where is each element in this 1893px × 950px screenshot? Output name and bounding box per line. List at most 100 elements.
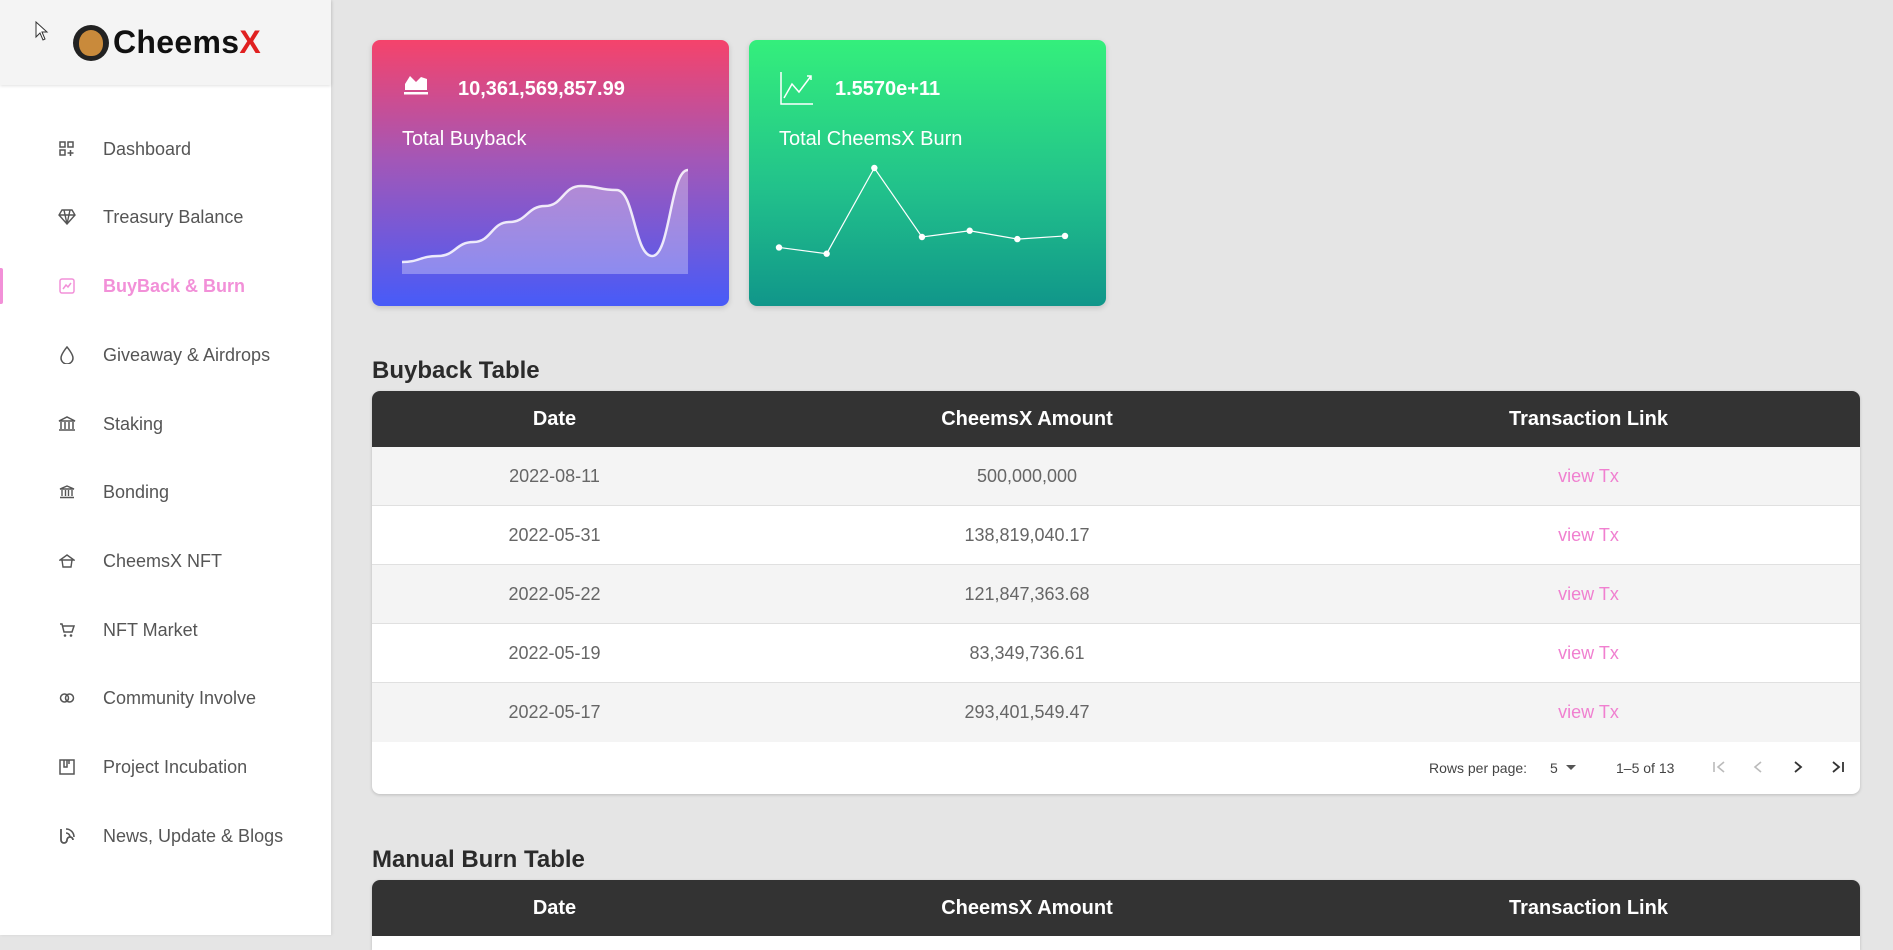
chevron-left-icon — [1753, 761, 1762, 773]
previous-page-button[interactable] — [1747, 756, 1769, 778]
dashboard-icon — [57, 139, 77, 159]
sidebar-item-label: Bonding — [103, 481, 170, 502]
brand-name: Cheems — [113, 24, 240, 60]
buyback-area — [402, 170, 688, 274]
bank-small-icon — [57, 482, 77, 502]
diamond-icon — [57, 207, 77, 227]
last-page-icon — [1832, 761, 1844, 773]
view-tx-link[interactable]: view Tx — [1317, 702, 1860, 723]
cell-amount: 500,000,000 — [976, 465, 1078, 486]
table-row: 2022-05-31 138,819,040.17 view Tx — [372, 506, 1860, 565]
sidebar-item-label: Project Incubation — [103, 756, 248, 777]
chevron-right-icon — [1794, 761, 1803, 773]
sidebar-item-cheemsx-nft[interactable]: CheemsX NFT — [0, 537, 331, 585]
last-page-button[interactable] — [1827, 756, 1849, 778]
cell-amount: 293,401,549.47 — [964, 702, 1090, 722]
sidebar-item-bonding[interactable]: Bonding — [0, 468, 331, 516]
sidebar: Cheems X Dashboard Treasury Balance BuyBa… — [0, 0, 331, 935]
next-page-button[interactable] — [1787, 756, 1809, 778]
column-header-amount[interactable]: CheemsX Amount — [737, 408, 1317, 431]
mouse-cursor-icon — [35, 21, 49, 41]
drop-icon — [57, 345, 77, 365]
burn-line — [778, 166, 1066, 255]
table-body: 2022-08-11 500,000,000 view Tx 2022-05-3… — [372, 447, 1860, 742]
burn-icon — [57, 276, 77, 296]
burn-point — [871, 164, 878, 172]
view-tx-link[interactable]: view Tx — [1317, 525, 1860, 546]
cell-amount: 138,819,040.17 — [964, 524, 1090, 545]
temple-icon — [57, 551, 77, 571]
view-tx-link[interactable]: view Tx — [1317, 643, 1860, 664]
sidebar-item-label: BuyBack & Burn — [103, 275, 246, 296]
blog-icon — [57, 826, 77, 846]
view-tx-link[interactable]: view Tx — [1317, 466, 1860, 487]
table-row: 2022-05-19 83,349,736.61 view Tx — [372, 624, 1860, 683]
table-row: 2022-08-11 500,000,000 view Tx — [372, 447, 1860, 506]
rings-icon — [57, 688, 77, 708]
cell-date: 2022-08-11 — [509, 465, 600, 486]
burn-point — [1014, 235, 1021, 243]
cheems-coin-icon — [73, 24, 109, 61]
table-header: Date CheemsX Amount Transaction Link — [372, 880, 1860, 936]
cell-date: 2022-05-22 — [508, 583, 601, 604]
sidebar-item-news-update-blogs[interactable]: News, Update & Blogs — [0, 812, 331, 860]
burn-point — [775, 244, 783, 251]
rows-per-page-select[interactable]: 5 — [1548, 755, 1580, 779]
column-header-date[interactable]: Date — [372, 897, 737, 920]
brand-logo[interactable]: Cheems X — [73, 24, 261, 61]
buyback-sparkline — [401, 168, 689, 274]
column-header-transaction-link[interactable]: Transaction Link — [1317, 897, 1860, 920]
pagination-range: 1–5 of 13 — [1616, 760, 1675, 776]
sidebar-item-label: Giveaway & Airdrops — [103, 344, 271, 365]
burn-point — [966, 227, 973, 234]
burn-point — [1061, 232, 1069, 240]
dropdown-arrow-icon — [1566, 765, 1576, 770]
column-header-transaction-link[interactable]: Transaction Link — [1317, 408, 1860, 431]
sidebar-item-treasury-balance[interactable]: Treasury Balance — [0, 193, 331, 241]
rows-per-page-label: Rows per page: — [1429, 760, 1528, 776]
burn-point — [823, 250, 830, 257]
sidebar-item-label: Staking — [103, 413, 164, 434]
column-header-amount[interactable]: CheemsX Amount — [737, 897, 1317, 920]
logo-bar: Cheems X — [0, 0, 331, 85]
incubation-icon — [57, 757, 77, 777]
column-header-date[interactable]: Date — [372, 408, 737, 431]
cell-date: 2022-05-17 — [508, 702, 601, 722]
sidebar-item-label: News, Update & Blogs — [103, 825, 284, 846]
table-row: 2022-05-22 121,847,363.68 view Tx — [372, 565, 1860, 624]
first-page-button[interactable] — [1708, 756, 1730, 778]
sidebar-item-dashboard[interactable]: Dashboard — [0, 125, 331, 173]
view-tx-link[interactable]: view Tx — [1317, 584, 1860, 605]
total-buyback-card: 10,361,569,857.99 Total Buyback — [372, 40, 729, 306]
manual-burn-table-title: Manual Burn Table — [372, 846, 585, 873]
cart-icon — [57, 620, 77, 640]
sidebar-item-label: Community Involve — [103, 687, 257, 708]
sidebar-item-label: NFT Market — [103, 619, 198, 640]
cell-date: 2022-05-31 — [508, 524, 601, 545]
cell-amount: 121,847,363.68 — [964, 583, 1090, 604]
sidebar-item-giveaway-airdrops[interactable]: Giveaway & Airdrops — [0, 331, 331, 379]
burn-point — [918, 233, 926, 241]
table-pagination: Rows per page: 5 1–5 of 13 — [372, 742, 1860, 794]
manual-burn-table: Date CheemsX Amount Transaction Link — [372, 880, 1860, 950]
burn-sparkline — [775, 164, 1069, 257]
sidebar-item-buyback-burn[interactable]: BuyBack & Burn — [0, 262, 331, 310]
total-burn-card: 1.5570e+11 Total CheemsX Burn — [749, 40, 1106, 306]
cell-amount: 83,349,736.61 — [969, 642, 1085, 663]
table-row: 2022-05-17 293,401,549.47 view Tx — [372, 683, 1860, 742]
buyback-table-title: Buyback Table — [372, 357, 540, 384]
bank-icon — [57, 414, 77, 434]
sidebar-item-label: Dashboard — [103, 138, 192, 159]
first-page-icon — [1713, 761, 1725, 773]
sidebar-item-label: CheemsX NFT — [103, 550, 223, 571]
sidebar-item-nft-market[interactable]: NFT Market — [0, 606, 331, 654]
brand-x: X — [239, 24, 261, 60]
table-header: Date CheemsX Amount Transaction Link — [372, 391, 1860, 447]
sidebar-item-project-incubation[interactable]: Project Incubation — [0, 743, 331, 791]
cell-date: 2022-05-19 — [508, 642, 601, 663]
rows-per-page-value: 5 — [1550, 760, 1558, 776]
sidebar-item-community-involve[interactable]: Community Involve — [0, 674, 331, 722]
buyback-table: Date CheemsX Amount Transaction Link 202… — [372, 391, 1860, 794]
sidebar-item-label: Treasury Balance — [103, 206, 244, 227]
sidebar-item-staking[interactable]: Staking — [0, 400, 331, 448]
